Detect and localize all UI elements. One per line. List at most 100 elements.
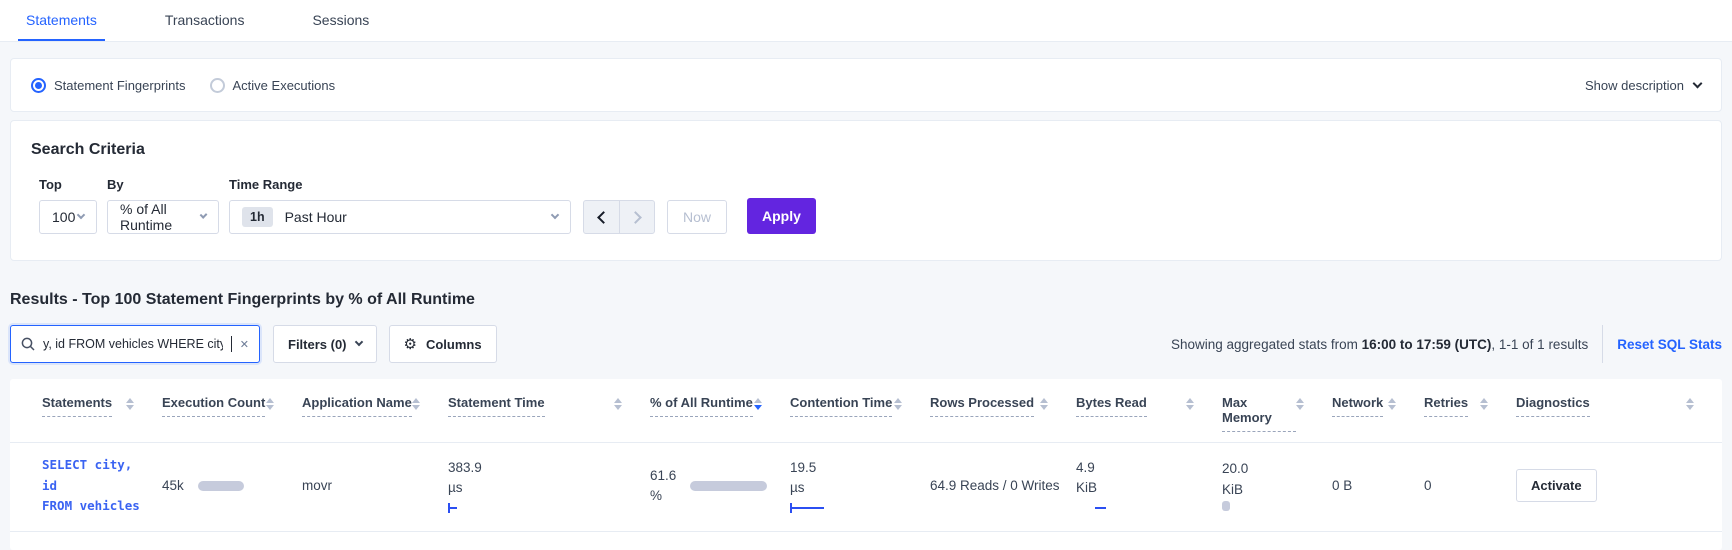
sort-icon[interactable]	[266, 398, 274, 410]
cell-bytes-read: 4.9 KiB	[1076, 442, 1222, 532]
col-label: Rows Processed	[930, 395, 1035, 417]
max-memory-unit: KiB	[1222, 481, 1244, 497]
sort-icon[interactable]	[1388, 398, 1396, 410]
pct-runtime-bar	[690, 480, 768, 491]
search-input-value: y, id FROM vehicles WHERE city = $1	[43, 337, 223, 351]
pct-runtime-unit: %	[650, 488, 663, 504]
clear-search-icon[interactable]: ✕	[240, 338, 249, 351]
activate-diagnostics-button[interactable]: Activate	[1516, 469, 1597, 503]
col-header-contention-time[interactable]: Contention Time	[790, 379, 930, 443]
radio-unselected-icon[interactable]	[209, 77, 225, 93]
col-header-pct-of-all-runtime[interactable]: % of All Runtime	[650, 379, 790, 443]
col-label: Contention Time	[790, 395, 893, 417]
show-description-toggle[interactable]: Show description	[1585, 78, 1703, 93]
col-label: Execution Count	[162, 395, 266, 417]
cell-pct-of-all-runtime: 61.6 %	[650, 442, 790, 532]
contention-time-unit: µs	[790, 480, 805, 496]
time-range-badge: 1h	[242, 207, 273, 227]
col-label: Statements	[42, 395, 113, 417]
statement-fingerprint-link[interactable]: SELECT city, id FROM vehicles	[42, 457, 140, 513]
reset-sql-stats-link[interactable]: Reset SQL Stats	[1617, 337, 1722, 352]
col-label: Retries	[1424, 395, 1469, 417]
stats-prefix: Showing aggregated stats from	[1171, 336, 1362, 352]
apply-button[interactable]: Apply	[747, 198, 816, 234]
sort-icon[interactable]	[1040, 398, 1048, 410]
view-toggle-card: Statement Fingerprints Active Executions…	[10, 58, 1722, 112]
cell-max-memory: 20.0 KiB	[1222, 442, 1332, 532]
sort-icon[interactable]	[1186, 398, 1194, 410]
columns-button[interactable]: ⚙ Columns	[388, 325, 497, 363]
col-header-retries[interactable]: Retries	[1424, 379, 1516, 443]
radio-active-executions[interactable]: Active Executions	[209, 77, 335, 93]
time-range-prev-button[interactable]	[584, 201, 619, 233]
by-field: By % of All Runtime	[107, 177, 219, 234]
col-label: Diagnostics	[1516, 395, 1590, 417]
by-label: By	[107, 177, 124, 192]
tab-sessions[interactable]: Sessions	[304, 0, 377, 41]
time-range-step-group	[583, 200, 655, 234]
execution-count-value: 45k	[162, 478, 184, 494]
col-header-rows-processed[interactable]: Rows Processed	[930, 379, 1076, 443]
col-header-execution-count[interactable]: Execution Count	[162, 379, 302, 443]
search-icon	[21, 337, 35, 351]
toolbar-right-group: Showing aggregated stats from 16:00 to 1…	[1171, 325, 1722, 363]
search-input[interactable]: y, id FROM vehicles WHERE city = $1 ✕	[10, 325, 260, 363]
application-name-value: movr	[302, 478, 332, 494]
cell-network: 0 B	[1332, 442, 1424, 532]
sort-icon[interactable]	[1686, 398, 1694, 410]
col-label: % of All Runtime	[650, 395, 753, 417]
col-label: Max Memory	[1222, 395, 1296, 432]
sort-icon[interactable]	[614, 398, 622, 410]
chevron-right-icon	[628, 210, 642, 224]
cell-execution-count: 45k	[162, 442, 302, 532]
chevron-down-icon	[354, 337, 363, 347]
sort-icon-active-desc[interactable]	[754, 398, 762, 410]
cell-statement: SELECT city, id FROM vehicles	[10, 442, 162, 532]
pct-runtime-value: 61.6	[650, 467, 677, 483]
col-header-network[interactable]: Network	[1332, 379, 1424, 443]
cell-retries: 0	[1424, 442, 1516, 532]
time-range-value: Past Hour	[284, 209, 347, 225]
cell-application-name: movr	[302, 442, 448, 532]
sort-icon[interactable]	[1296, 398, 1304, 410]
radio-statement-fingerprints-label: Statement Fingerprints	[54, 77, 186, 93]
filters-button[interactable]: Filters (0)	[273, 325, 377, 363]
now-button[interactable]: Now	[667, 200, 728, 234]
col-header-statement-time[interactable]: Statement Time	[448, 379, 650, 443]
col-header-statements[interactable]: Statements	[10, 379, 162, 443]
top-select[interactable]: 100	[39, 200, 97, 234]
by-select[interactable]: % of All Runtime	[107, 200, 219, 234]
sort-icon[interactable]	[894, 398, 902, 410]
execution-count-bar	[197, 480, 244, 491]
chevron-left-icon	[597, 210, 610, 224]
stats-time-range: 16:00 to 17:59 (UTC)	[1361, 336, 1492, 352]
top-label: Top	[39, 177, 62, 192]
results-heading: Results - Top 100 Statement Fingerprints…	[10, 291, 475, 308]
contention-time-value: 19.5	[790, 459, 817, 475]
tab-statements[interactable]: Statements	[18, 0, 105, 41]
rows-processed-value: 64.9 Reads / 0 Writes	[930, 478, 1060, 494]
time-range-next-button[interactable]	[619, 201, 654, 233]
vertical-divider	[1602, 325, 1604, 363]
sort-icon[interactable]	[126, 398, 134, 410]
contention-time-bar	[790, 502, 922, 513]
col-header-application-name[interactable]: Application Name	[302, 379, 448, 443]
statement-line2: FROM vehicles	[42, 498, 140, 514]
top-tab-bar: Statements Transactions Sessions	[0, 0, 1732, 42]
sort-icon[interactable]	[1480, 398, 1488, 410]
col-header-max-memory[interactable]: Max Memory	[1222, 379, 1332, 443]
time-range-field: Time Range 1h Past Hour	[229, 177, 571, 234]
radio-selected-icon[interactable]	[31, 77, 46, 93]
filters-button-label: Filters (0)	[288, 336, 347, 352]
radio-statement-fingerprints[interactable]: Statement Fingerprints	[31, 77, 186, 93]
stats-suffix: , 1-1 of 1 results	[1491, 336, 1589, 352]
table-row: SELECT city, id FROM vehicles 45k movr 38…	[10, 442, 1722, 532]
col-header-diagnostics[interactable]: Diagnostics	[1516, 379, 1722, 443]
search-criteria-card: Search Criteria Top 100 By % of All Runt…	[10, 120, 1722, 261]
tab-transactions[interactable]: Transactions	[157, 0, 253, 41]
col-header-bytes-read[interactable]: Bytes Read	[1076, 379, 1222, 443]
bytes-read-value: 4.9	[1076, 459, 1095, 475]
bytes-read-bar	[1076, 503, 1112, 513]
time-range-select[interactable]: 1h Past Hour	[229, 200, 571, 234]
sort-icon[interactable]	[412, 398, 420, 410]
